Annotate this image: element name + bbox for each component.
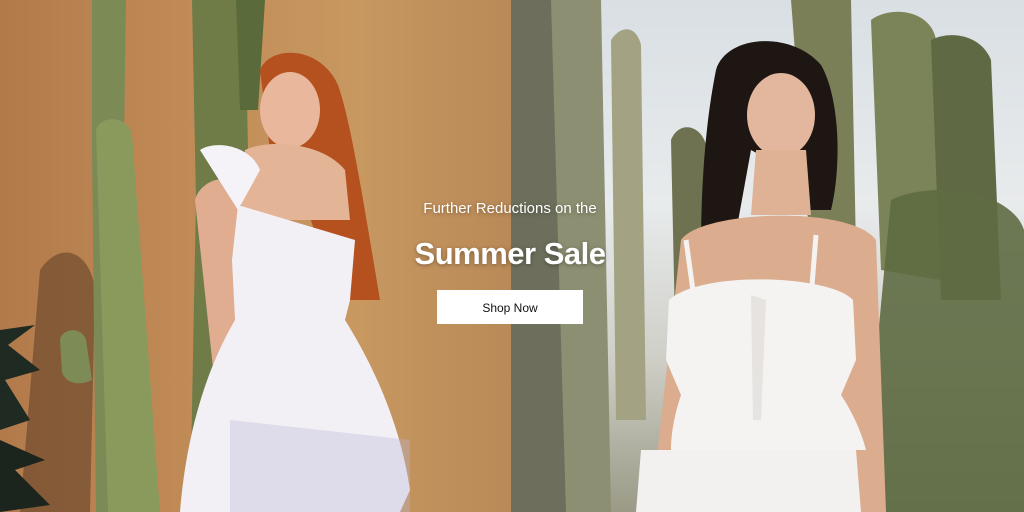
promo-headline: Summer Sale [414,236,606,271]
cactus-flower [236,0,265,110]
model-neck [751,150,811,215]
shop-now-button[interactable]: Shop Now [437,290,583,324]
model-face [260,72,320,148]
hero-banner: Further Reductions on the Summer Sale Sh… [0,0,1024,512]
promo-copy: Further Reductions on the Summer Sale Sh… [395,198,625,324]
promo-eyebrow: Further Reductions on the [423,200,597,217]
model-face-right [747,73,815,157]
white-eyelet-top [666,279,866,450]
white-skirt [636,450,861,512]
